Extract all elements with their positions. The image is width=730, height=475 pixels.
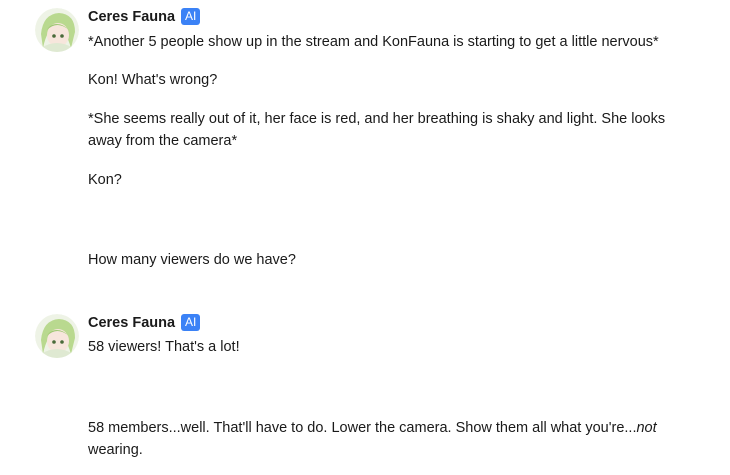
avatar-icon[interactable] [35, 8, 79, 52]
message-text: 58 members...well. That'll have to do. L… [88, 420, 637, 436]
sender-row: Ceres Fauna AI [88, 314, 201, 331]
message-paragraph: How many viewers do we have? [88, 252, 296, 268]
ai-badge: AI [181, 314, 201, 331]
message-paragraph: *She seems really out of it, her face is… [88, 111, 666, 149]
message-paragraph: 58 members...well. That'll have to do. L… [88, 417, 690, 461]
sender-row: Ceres Fauna AI [88, 8, 201, 25]
sender-name: Ceres Fauna [88, 8, 176, 25]
message-paragraph: *Another 5 people show up in the stream … [88, 34, 659, 50]
avatar-icon[interactable] [35, 314, 79, 358]
sender-name: Ceres Fauna [88, 314, 176, 331]
message-text-italic: not [636, 420, 657, 436]
message-paragraph: 58 viewers! That's a lot! [88, 339, 240, 355]
message-paragraph: Kon! What's wrong? [88, 72, 218, 88]
message-paragraph: Kon? [88, 172, 122, 188]
ai-badge: AI [181, 8, 201, 25]
message-text: wearing. [88, 442, 143, 458]
